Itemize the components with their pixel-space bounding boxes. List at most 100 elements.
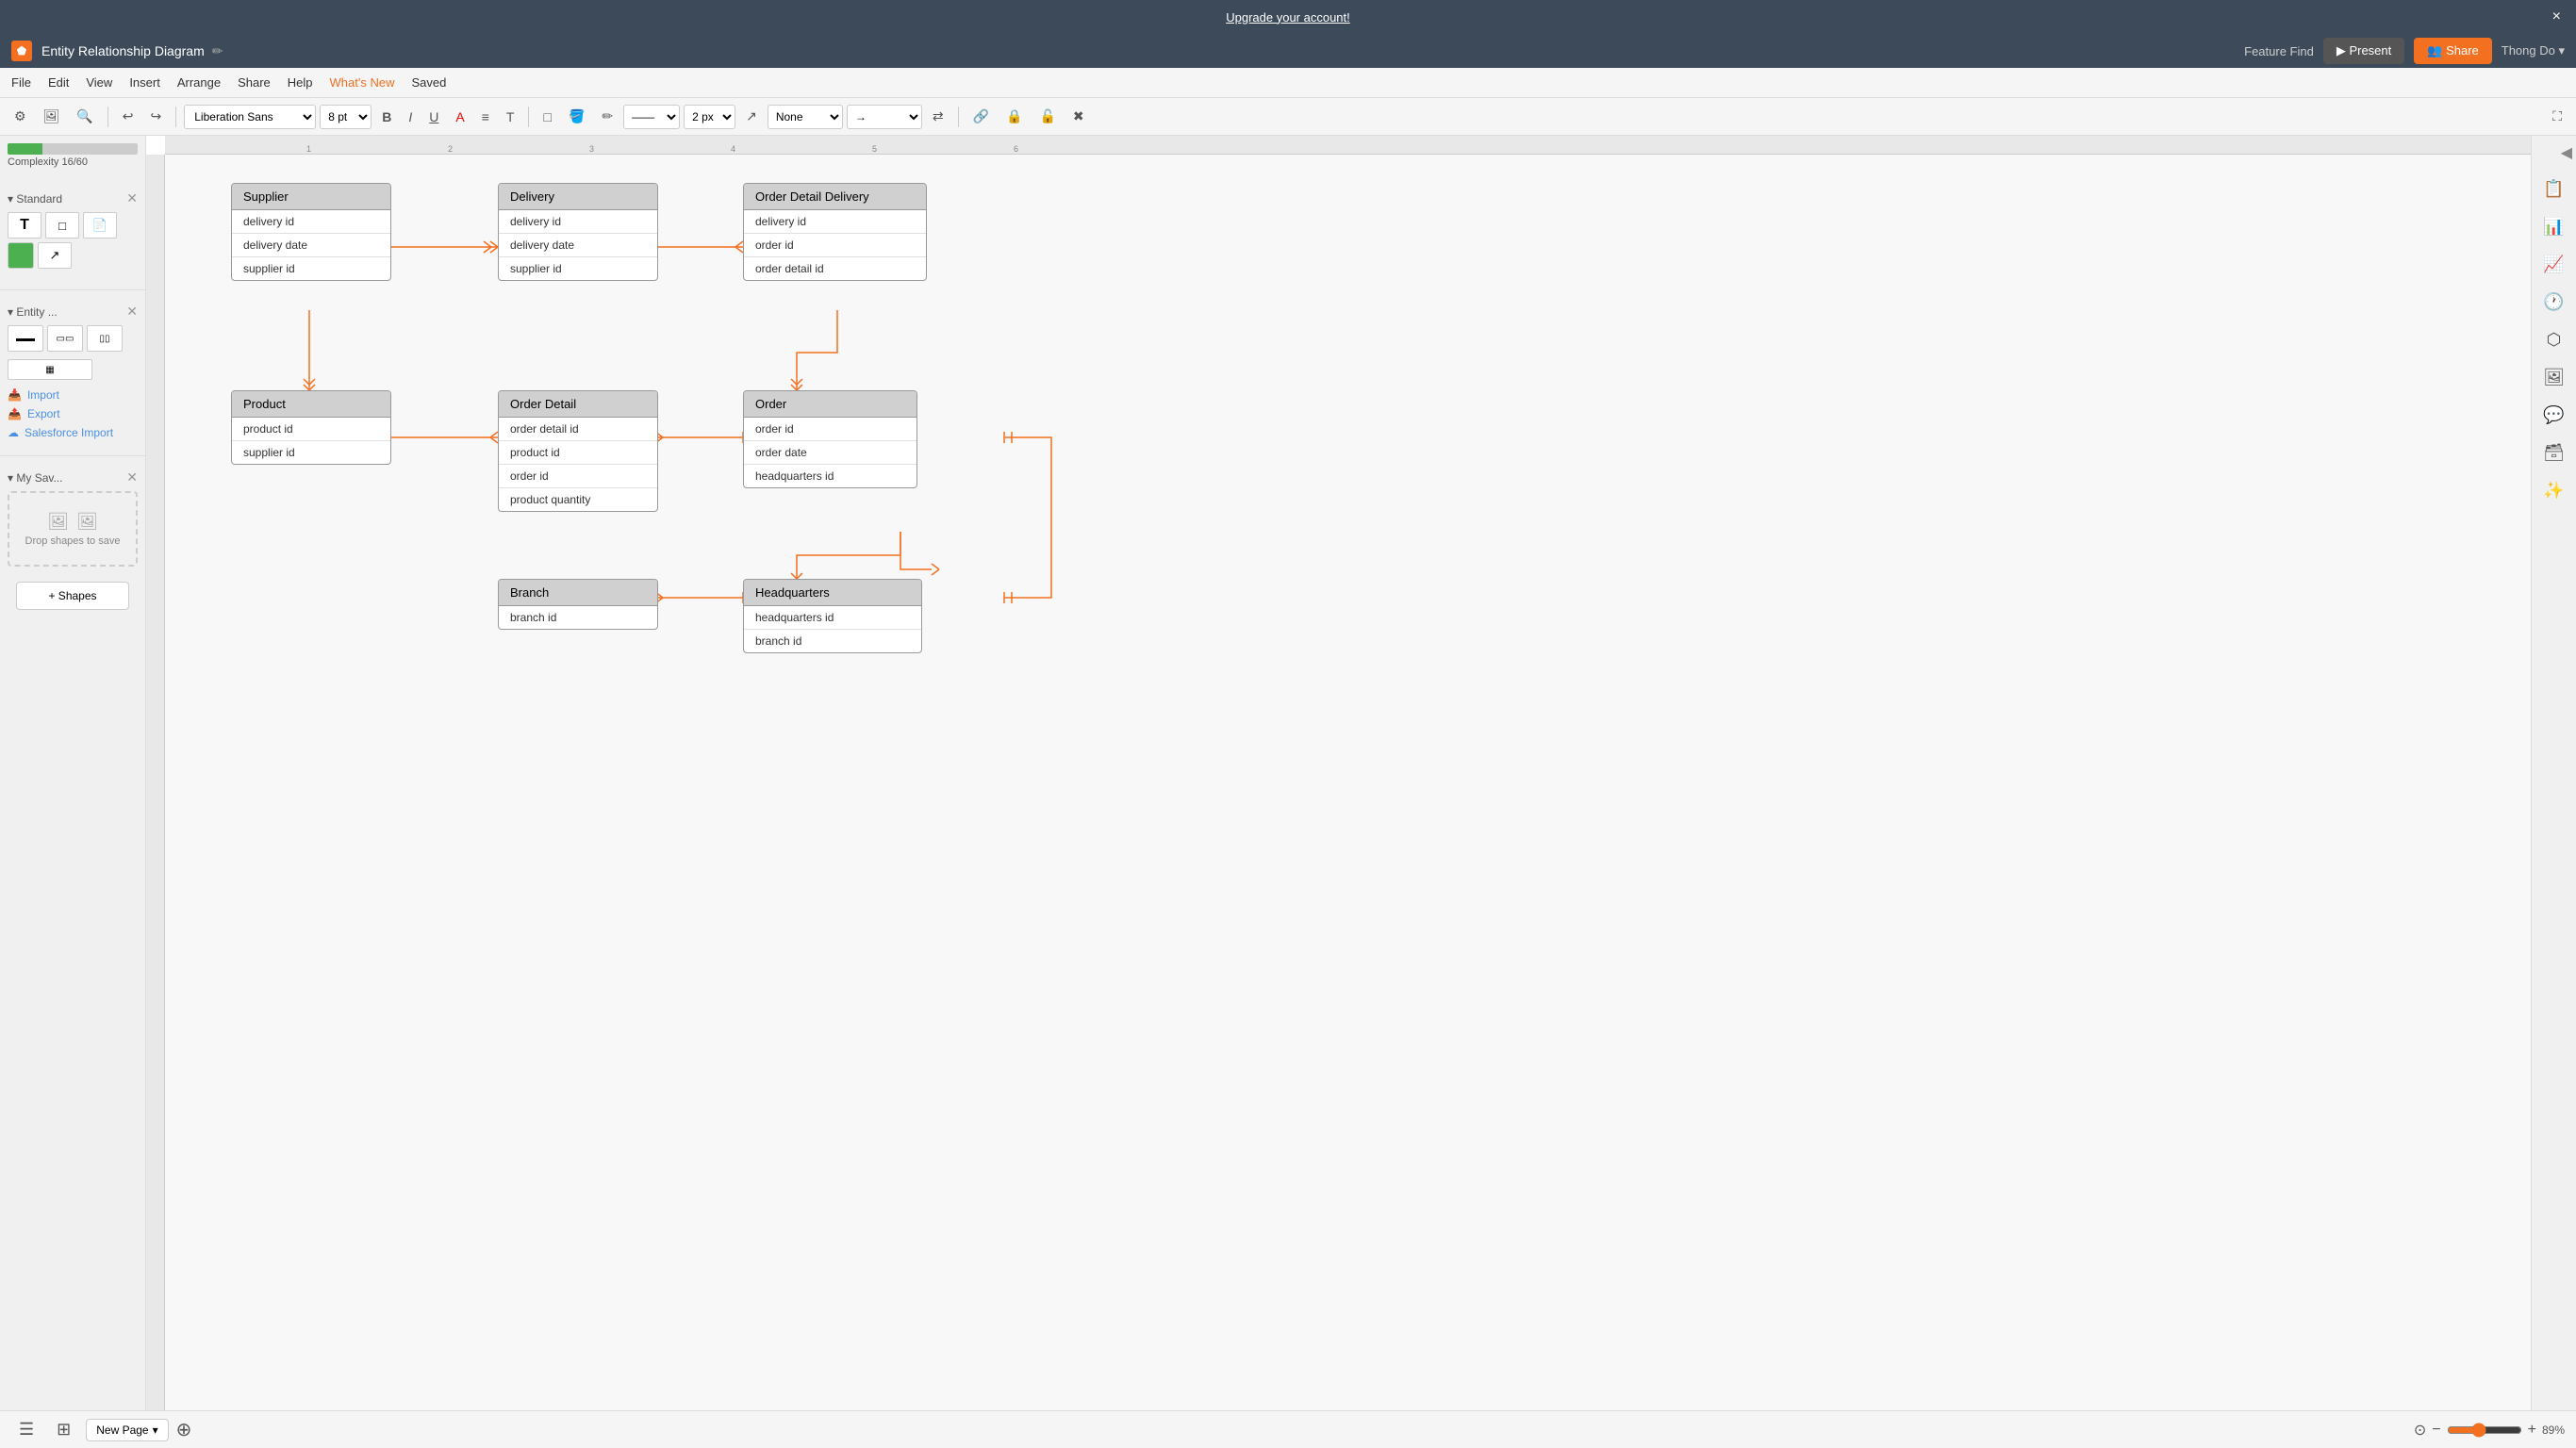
note-shape[interactable]: 📄: [83, 212, 117, 239]
order-detail-delivery-entity[interactable]: Order Detail Delivery delivery id order …: [743, 183, 927, 281]
notification-close[interactable]: ×: [2552, 8, 2561, 25]
order-detail-header: Order Detail: [499, 391, 657, 418]
toolbar-image-btn[interactable]: 🖼: [37, 104, 67, 129]
headquarters-entity[interactable]: Headquarters headquarters id branch id: [743, 579, 922, 653]
feature-find-btn[interactable]: Feature Find: [2244, 44, 2314, 58]
import-link[interactable]: 📥 Import: [8, 386, 138, 404]
green-color[interactable]: [8, 242, 34, 269]
menu-arrange[interactable]: Arrange: [177, 75, 221, 90]
font-color-btn[interactable]: A: [449, 105, 471, 129]
saved-close[interactable]: ✕: [126, 469, 138, 485]
entity-close[interactable]: ✕: [126, 304, 138, 320]
add-page-btn[interactable]: ⊕: [176, 1418, 192, 1441]
reverse-btn[interactable]: ⇄: [926, 104, 950, 129]
od-field-3: order id: [499, 465, 657, 488]
shape-btn[interactable]: □: [537, 105, 557, 129]
edit-icon[interactable]: ✏: [212, 43, 223, 59]
fullscreen-btn[interactable]: ⛶: [2546, 104, 2568, 129]
lock-btn[interactable]: 🔒: [999, 104, 1029, 129]
line-px-select[interactable]: 2 px: [684, 105, 735, 129]
order-entity[interactable]: Order order id order date headquarters i…: [743, 390, 917, 488]
shapes-button[interactable]: + Shapes: [16, 582, 129, 610]
title-bar-actions: Feature Find ▶ Present 👥 Share Thong Do …: [2244, 38, 2565, 64]
delivery-entity[interactable]: Delivery delivery id delivery date suppl…: [498, 183, 658, 281]
table-panel-btn[interactable]: 📊: [2537, 209, 2571, 243]
product-entity[interactable]: Product product id supplier id: [231, 390, 391, 465]
entity-shape-3[interactable]: ▯▯: [87, 325, 123, 352]
list-view-btn[interactable]: ☰: [11, 1416, 41, 1443]
delivery-header: Delivery: [499, 184, 657, 210]
underline-btn[interactable]: U: [422, 105, 445, 129]
text-shape[interactable]: T: [8, 212, 41, 239]
bold-btn[interactable]: B: [375, 105, 398, 129]
line-color-btn[interactable]: ✏: [595, 104, 619, 129]
present-button[interactable]: ▶ Present: [2323, 38, 2404, 64]
canvas-content[interactable]: Supplier delivery id delivery date suppl…: [165, 155, 2531, 1410]
upgrade-link[interactable]: Upgrade your account!: [1226, 10, 1350, 25]
clock-panel-btn[interactable]: 🕐: [2537, 285, 2571, 319]
menu-insert[interactable]: Insert: [129, 75, 160, 90]
font-size-select[interactable]: 8 pt: [320, 105, 372, 129]
branch-entity[interactable]: Branch branch id: [498, 579, 658, 630]
document-title[interactable]: Entity Relationship Diagram: [41, 43, 205, 58]
menu-view[interactable]: View: [86, 75, 112, 90]
user-name[interactable]: Thong Do ▾: [2502, 43, 2565, 58]
zoom-out-btn[interactable]: −: [2432, 1422, 2440, 1439]
fit-page-btn[interactable]: ⊙: [2414, 1421, 2426, 1440]
sparkle-panel-btn[interactable]: ✨: [2537, 473, 2571, 507]
align-btn[interactable]: ≡: [475, 105, 496, 129]
menu-file[interactable]: File: [11, 75, 31, 90]
hq-field-1: headquarters id: [744, 606, 921, 630]
entity-shape-2[interactable]: ▭▭: [47, 325, 83, 352]
font-select[interactable]: Liberation Sans: [184, 105, 316, 129]
menu-share[interactable]: Share: [238, 75, 271, 90]
clear-btn[interactable]: ✖: [1066, 104, 1091, 129]
toolbar-undo-btn[interactable]: ↩: [116, 104, 140, 129]
italic-btn[interactable]: I: [402, 105, 419, 129]
line-style-select[interactable]: ——: [623, 105, 680, 129]
export-link[interactable]: 📤 Export: [8, 404, 138, 423]
menu-whats-new[interactable]: What's New: [330, 75, 395, 90]
waypoint-btn[interactable]: ↗: [739, 104, 764, 129]
toolbar-settings-btn[interactable]: ⚙: [8, 104, 33, 129]
text-format-btn[interactable]: T: [500, 105, 521, 129]
data-panel-btn[interactable]: 🗃: [2537, 436, 2571, 469]
link-btn[interactable]: 🔗: [966, 104, 996, 129]
zoom-in-btn[interactable]: +: [2528, 1422, 2536, 1439]
image-panel-btn[interactable]: 🖼: [2537, 360, 2571, 394]
salesforce-link[interactable]: ☁ Salesforce Import: [8, 423, 138, 442]
menu-help[interactable]: Help: [288, 75, 313, 90]
rect-shape[interactable]: □: [45, 212, 79, 239]
comment-panel-btn[interactable]: 💬: [2537, 398, 2571, 432]
toolbar-redo-btn[interactable]: ↪: [144, 104, 169, 129]
share-button[interactable]: 👥 Share: [2414, 38, 2492, 64]
toolbar-search-btn[interactable]: 🔍: [70, 104, 99, 129]
grid-view-btn[interactable]: ⊞: [49, 1416, 78, 1443]
menu-edit[interactable]: Edit: [48, 75, 69, 90]
arrow-none-select[interactable]: None: [768, 105, 843, 129]
supplier-header: Supplier: [232, 184, 390, 210]
supplier-entity[interactable]: Supplier delivery id delivery date suppl…: [231, 183, 391, 281]
layers-panel-btn[interactable]: ⬡: [2537, 322, 2571, 356]
saved-shapes-icons: 🖼 🖼: [47, 512, 98, 532]
order-detail-entity[interactable]: Order Detail order detail id product id …: [498, 390, 658, 512]
format-panel-btn[interactable]: 📋: [2537, 172, 2571, 206]
fill-btn[interactable]: 🪣: [562, 104, 591, 129]
divider-1: [0, 289, 145, 290]
arrow-end-select[interactable]: →: [847, 105, 922, 129]
product-field-1: product id: [232, 418, 390, 441]
connector-layer: [184, 164, 2531, 1410]
zoom-slider[interactable]: [2447, 1423, 2522, 1438]
collapse-panel-btn[interactable]: ◀: [2561, 143, 2572, 162]
chart-panel-btn[interactable]: 📈: [2537, 247, 2571, 281]
entity-shape-4[interactable]: ▦: [8, 359, 92, 380]
arrow-shape[interactable]: ↗: [38, 242, 72, 269]
standard-close[interactable]: ✕: [126, 190, 138, 206]
lock2-btn[interactable]: 🔓: [1032, 104, 1062, 129]
entity-shape-1[interactable]: ▬▬: [8, 325, 43, 352]
entity-title: ▾ Entity ...: [8, 305, 58, 319]
branch-field-1: branch id: [499, 606, 657, 629]
new-page-btn[interactable]: New Page ▾: [86, 1419, 168, 1441]
headquarters-header: Headquarters: [744, 580, 921, 606]
menu-saved[interactable]: Saved: [411, 75, 446, 90]
